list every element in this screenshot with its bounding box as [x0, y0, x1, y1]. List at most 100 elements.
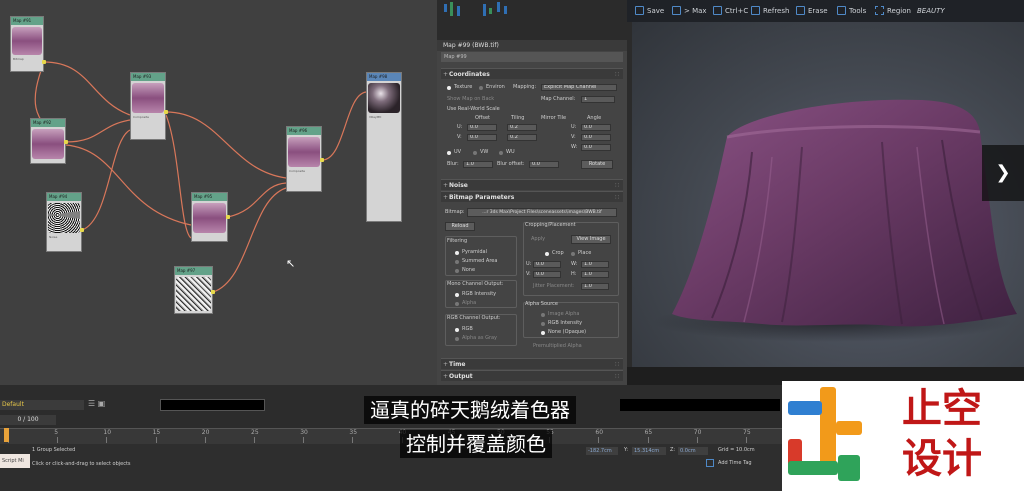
u-angle-spinner[interactable]: 0.0 — [581, 124, 611, 131]
u-tiling-spinner[interactable]: 0.2 — [507, 124, 537, 131]
render-view[interactable] — [627, 22, 1024, 367]
vw-radio[interactable] — [473, 151, 477, 155]
add-time-tag-button[interactable]: Add Time Tag — [718, 460, 752, 467]
none-radio[interactable] — [455, 269, 459, 273]
alpha-source-label: Alpha Source — [525, 301, 558, 307]
time-slider-handle[interactable] — [4, 428, 9, 442]
maxscript-listener[interactable]: Script Mi — [0, 454, 30, 468]
node-bitmap[interactable]: Map #92 — [30, 118, 66, 164]
output-socket[interactable] — [320, 158, 324, 162]
z-coordinate-field[interactable]: 0.0cm — [678, 447, 708, 455]
to-max-button[interactable]: > Max — [684, 6, 707, 16]
save-button[interactable]: Save — [647, 6, 664, 16]
summed-area-radio[interactable] — [455, 260, 459, 264]
refresh-icon[interactable] — [751, 6, 760, 15]
alpha-radio[interactable] — [455, 302, 459, 306]
node-bitmap[interactable]: Map #91 Bitmap — [10, 16, 44, 72]
track-bar-field[interactable] — [620, 399, 780, 411]
output-socket[interactable] — [64, 140, 68, 144]
region-icon[interactable] — [875, 6, 884, 15]
environ-radio[interactable] — [479, 86, 483, 90]
reload-button[interactable]: Reload — [445, 222, 475, 231]
x-coordinate-field[interactable]: -182.7cm — [586, 447, 618, 455]
node-bitmap[interactable]: Map #97 — [174, 266, 213, 314]
rotate-button[interactable]: Rotate — [581, 160, 613, 169]
render-channel-label[interactable]: BEAUTY — [917, 6, 945, 16]
alpha-label: Alpha — [462, 300, 477, 306]
crop-u-spinner[interactable]: 0.0 — [533, 261, 561, 268]
node-material[interactable]: Map #98 VRayMtl — [366, 72, 402, 222]
erase-icon[interactable] — [796, 6, 805, 15]
image-alpha-radio[interactable] — [541, 313, 545, 317]
show-map-on-back-checkbox[interactable]: Show Map on Back — [447, 96, 494, 103]
crop-radio[interactable] — [545, 252, 549, 256]
next-arrow-icon[interactable]: ❯ — [982, 145, 1024, 201]
node-noise[interactable]: Map #94 Noise — [46, 192, 82, 252]
pyramidal-radio[interactable] — [455, 251, 459, 255]
slate-node-editor[interactable]: Map #91 Bitmap Map #92 Map #93 Composite… — [0, 0, 437, 385]
erase-button[interactable]: Erase — [808, 6, 828, 16]
crop-w-spinner[interactable]: 1.0 — [581, 261, 609, 268]
map-name-field[interactable]: Map #99 — [441, 52, 623, 62]
rollout-coordinates[interactable]: Coordinates ∷ — [441, 68, 623, 80]
time-tag-icon[interactable] — [706, 459, 714, 467]
layer-toolbar-icon[interactable]: ☰ ▣ — [88, 399, 105, 408]
output-socket[interactable] — [164, 110, 168, 114]
jitter-spinner[interactable]: 1.0 — [581, 283, 609, 290]
track-bar-field[interactable] — [160, 399, 265, 411]
to-max-icon[interactable] — [672, 6, 681, 15]
ruler-tick — [303, 437, 305, 443]
rollout-time[interactable]: Time ∷ — [441, 358, 623, 370]
output-socket[interactable] — [211, 290, 215, 294]
rgb-intensity-radio[interactable] — [455, 293, 459, 297]
rgb-radio[interactable] — [455, 328, 459, 332]
crop-v-spinner[interactable]: 0.0 — [533, 271, 561, 278]
alpha-rgb-intensity-radio[interactable] — [541, 322, 545, 326]
output-socket[interactable] — [226, 215, 230, 219]
uv-radio[interactable] — [447, 151, 451, 155]
tools-button[interactable]: Tools — [849, 6, 866, 16]
mapping-dropdown[interactable]: Explicit Map Channel — [541, 84, 617, 91]
rollout-output[interactable]: Output ∷ — [441, 370, 623, 382]
region-button[interactable]: Region — [887, 6, 911, 16]
navigator-swatch — [483, 4, 486, 16]
copy-button[interactable]: Ctrl+C — [725, 6, 748, 16]
layer-dropdown[interactable]: Default — [0, 400, 84, 410]
node-bitmap[interactable]: Map #95 — [191, 192, 228, 242]
premultiplied-checkbox[interactable]: Premultiplied Alpha — [533, 343, 582, 350]
y-coordinate-field[interactable]: 15.314cm — [632, 447, 666, 455]
frame-counter[interactable]: 0 / 100 — [0, 415, 56, 425]
wu-radio[interactable] — [499, 151, 503, 155]
summed-area-label: Summed Area — [462, 258, 498, 264]
map-channel-spinner[interactable]: 1 — [581, 96, 615, 103]
copy-icon[interactable] — [713, 6, 722, 15]
time-ruler[interactable]: 051015202530354045505560657075 — [0, 428, 782, 444]
navigator-swatch — [497, 2, 500, 12]
texture-radio[interactable] — [447, 86, 451, 90]
tools-icon[interactable] — [837, 6, 846, 15]
node-type: Noise — [49, 235, 58, 239]
alpha-as-gray-radio[interactable] — [455, 337, 459, 341]
v-tiling-spinner[interactable]: 0.2 — [507, 134, 537, 141]
rollout-noise[interactable]: Noise ∷ — [441, 179, 623, 191]
node-composite[interactable]: Map #96 Composite — [286, 126, 322, 192]
bitmap-path-button[interactable]: ...r 3ds Max\Project Files\sceneassets\i… — [467, 208, 617, 217]
v-offset-spinner[interactable]: 0.0 — [467, 134, 497, 141]
refresh-button[interactable]: Refresh — [763, 6, 789, 16]
blur-spinner[interactable]: 1.0 — [463, 161, 493, 168]
output-socket[interactable] — [80, 228, 84, 232]
output-socket[interactable] — [42, 60, 46, 64]
save-icon[interactable] — [635, 6, 644, 15]
none-opaque-radio[interactable] — [541, 331, 545, 335]
real-world-scale-checkbox[interactable]: Use Real-World Scale — [447, 106, 500, 113]
rollout-bitmap-parameters[interactable]: Bitmap Parameters ∷ — [441, 191, 623, 203]
u-offset-spinner[interactable]: 0.0 — [467, 124, 497, 131]
place-radio[interactable] — [571, 252, 575, 256]
w-angle-spinner[interactable]: 0.0 — [581, 144, 611, 151]
crop-h-spinner[interactable]: 1.0 — [581, 271, 609, 278]
apply-checkbox[interactable]: Apply — [531, 236, 545, 243]
blur-offset-spinner[interactable]: 0.0 — [529, 161, 559, 168]
node-composite[interactable]: Map #93 Composite — [130, 72, 166, 140]
v-angle-spinner[interactable]: 0.0 — [581, 134, 611, 141]
view-image-button[interactable]: View Image — [571, 235, 611, 244]
